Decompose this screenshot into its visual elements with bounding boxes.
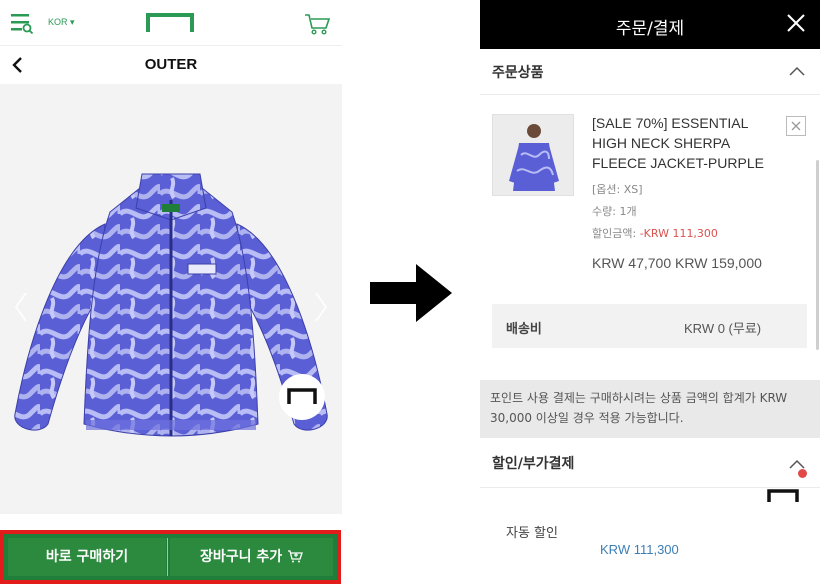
cta-divider: [167, 538, 168, 576]
product-thumbnail[interactable]: [492, 114, 574, 196]
language-label: KOR: [48, 17, 68, 27]
discount-section-header[interactable]: 할인/부가결제: [480, 440, 820, 488]
remove-item-button[interactable]: [786, 116, 806, 136]
close-icon[interactable]: [786, 13, 806, 33]
checkout-header: 주문/결제: [480, 0, 820, 49]
model-jacket-thumbnail: [493, 115, 573, 195]
jacket-illustration: [14, 173, 328, 437]
chevron-up-icon[interactable]: [788, 65, 806, 77]
discount-section-title: 할인/부가결제: [492, 456, 575, 472]
scrollbar[interactable]: [816, 160, 819, 350]
brand-badge[interactable]: [279, 374, 325, 420]
shipping-label: 배송비: [506, 322, 542, 337]
goal-logo-icon: [287, 388, 317, 404]
notification-dot: [798, 469, 807, 478]
floating-logo-icon[interactable]: [767, 488, 799, 502]
points-notice: 포인트 사용 결제는 구매하시려는 상품 금액의 합계가 KRW 30,000 …: [480, 380, 820, 438]
next-image-icon[interactable]: [312, 289, 330, 325]
product-option: [옵션: XS]: [592, 183, 643, 196]
shipping-row: 배송비 KRW 0 (무료): [492, 304, 807, 348]
cart-plus-icon: [288, 550, 303, 563]
language-selector[interactable]: KOR ▾: [48, 17, 75, 28]
prev-image-icon[interactable]: [12, 289, 30, 325]
buy-now-button[interactable]: 바로 구매하기: [8, 538, 166, 576]
page-header: OUTER: [0, 46, 342, 84]
cart-icon[interactable]: [303, 12, 331, 36]
product-page-screen: KOR ▾ OUTER 바로 구매하기 장바구니 추가: [0, 0, 342, 584]
discount-value: -KRW 111,300: [639, 227, 718, 240]
brand-logo-icon[interactable]: [146, 12, 194, 32]
add-to-cart-label: 장바구니 추가: [199, 549, 283, 565]
product-price: KRW 47,700 KRW 159,000: [592, 255, 762, 271]
discount-label: 할인금액:: [592, 227, 640, 240]
remove-x-icon: [791, 121, 801, 131]
auto-discount-value: KRW 111,300: [600, 542, 679, 557]
top-bar: KOR ▾: [0, 0, 342, 46]
checkout-screen: 주문/결제 주문상품 [SALE 70%] ESSENTIAL HIGH NEC…: [480, 0, 820, 584]
product-name[interactable]: [SALE 70%] ESSENTIAL HIGH NECK SHERPA FL…: [592, 113, 782, 173]
order-items-title: 주문상품: [492, 65, 544, 81]
menu-search-icon[interactable]: [10, 12, 34, 34]
product-quantity: 수량: 1개: [592, 205, 637, 218]
shipping-value: KRW 0 (무료): [684, 321, 762, 336]
transition-arrow-icon: [370, 264, 452, 322]
product-discount: 할인금액: -KRW 111,300: [592, 225, 718, 241]
page-title: OUTER: [144, 56, 198, 73]
auto-discount-label: 자동 할인: [506, 526, 558, 541]
add-to-cart-button[interactable]: 장바구니 추가: [170, 538, 333, 576]
product-image[interactable]: [0, 84, 342, 514]
checkout-title: 주문/결제: [615, 19, 685, 39]
order-items-section-header[interactable]: 주문상품: [480, 49, 820, 95]
cta-bar: 바로 구매하기 장바구니 추가: [0, 530, 341, 584]
